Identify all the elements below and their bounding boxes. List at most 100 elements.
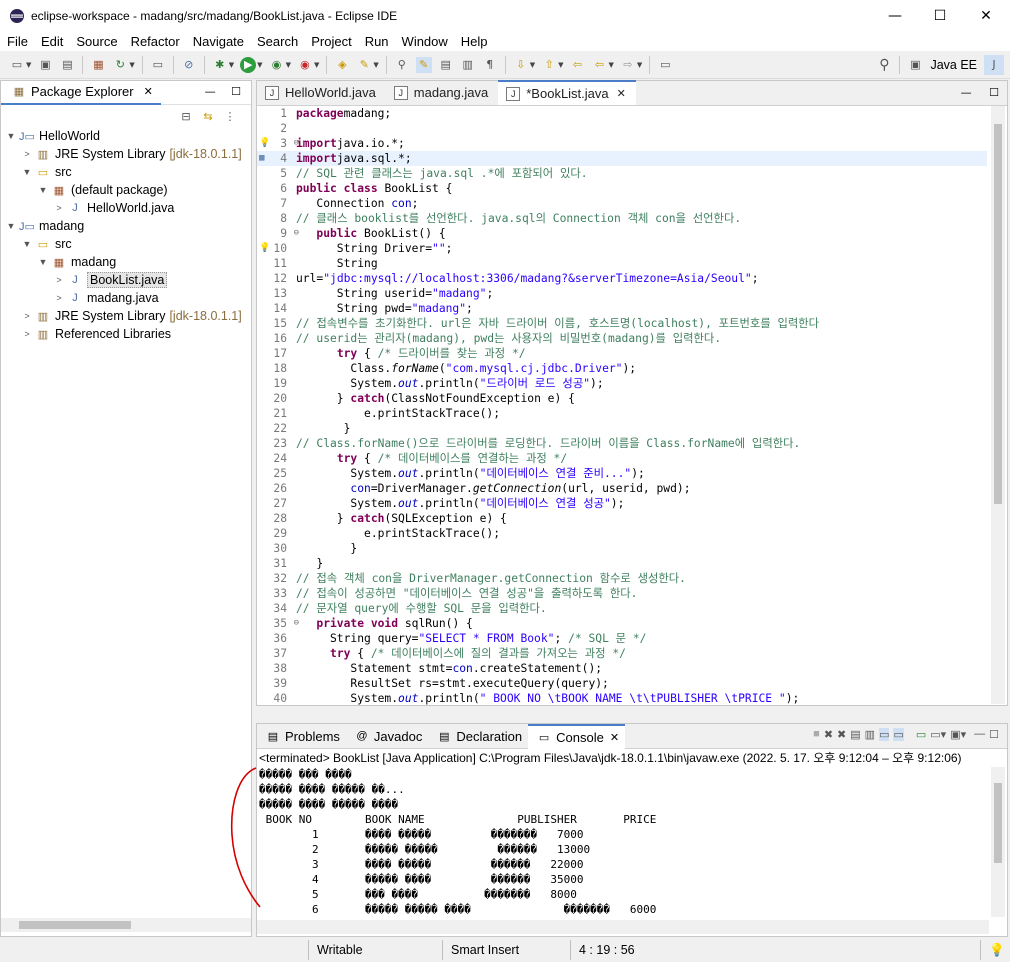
fold-toggle-icon[interactable]: ⊖ xyxy=(294,226,299,241)
tree-item[interactable]: ▼ ▭ src xyxy=(1,235,251,253)
minimize-editor-icon[interactable]: — xyxy=(961,86,972,99)
tree-toggle-icon[interactable]: ▼ xyxy=(21,239,33,249)
console-view-tab[interactable]: ▤ Declaration xyxy=(428,724,528,749)
debug-icon[interactable]: ✱ xyxy=(212,57,228,73)
link-with-editor-icon[interactable]: ⇆ xyxy=(200,108,216,124)
tree-toggle-icon[interactable]: > xyxy=(21,311,33,321)
mark-occurrences-icon[interactable]: ✎ xyxy=(415,56,432,73)
menu-project[interactable]: Project xyxy=(304,34,357,49)
refresh-icon[interactable]: ↻ xyxy=(112,57,128,73)
editor-tab[interactable]: J *BookList.java ✕ xyxy=(498,80,636,105)
tree-item[interactable]: ▼ ▦ madang xyxy=(1,253,251,271)
minimize-button[interactable]: — xyxy=(872,0,918,31)
coverage-icon[interactable]: ◉ xyxy=(269,57,285,73)
view-menu-icon[interactable]: ⋮ xyxy=(222,108,238,124)
menu-navigate[interactable]: Navigate xyxy=(186,34,250,49)
open-task-icon[interactable]: ✎ xyxy=(356,57,372,73)
console-output[interactable]: ����� ��� ���� ����� ���� ����� ��... ����… xyxy=(257,767,1007,917)
build-icon[interactable]: ▦ xyxy=(90,57,106,73)
tree-item[interactable]: > ▥ JRE System Library [jdk-18.0.1.1] xyxy=(1,145,251,163)
tree-toggle-icon[interactable]: ▼ xyxy=(21,167,33,177)
fold-toggle-icon[interactable]: ⊖ xyxy=(294,136,299,151)
external-tools-icon[interactable]: ◉ xyxy=(297,57,313,73)
tree-item[interactable]: ▼ ▭ src xyxy=(1,163,251,181)
show-on-output-icon[interactable]: ▭ xyxy=(879,728,890,741)
remove-all-icon[interactable]: ✖ xyxy=(837,728,846,741)
tree-item[interactable]: > Jmadang.java xyxy=(1,289,251,307)
remove-launch-icon[interactable]: ✖ xyxy=(824,728,833,741)
tree-item[interactable]: > ▥ JRE System Library [jdk-18.0.1.1] xyxy=(1,307,251,325)
last-edit-icon[interactable]: ⇦ xyxy=(570,57,586,73)
terminal-icon[interactable]: ▭ xyxy=(150,57,166,73)
fold-toggle-icon[interactable]: ⊖ xyxy=(294,616,299,631)
warning-lightbulb-icon[interactable]: 💡 xyxy=(259,136,270,151)
editor-tab[interactable]: J HelloWorld.java xyxy=(257,80,386,105)
tree-toggle-icon[interactable]: > xyxy=(21,149,33,159)
maximize-console-icon[interactable]: ☐ xyxy=(989,728,999,741)
java-perspective-icon[interactable]: J xyxy=(984,54,1004,75)
editor-tab[interactable]: Jmadang.java xyxy=(386,80,498,105)
menu-source[interactable]: Source xyxy=(69,34,123,49)
warning-lightbulb-icon[interactable]: 💡 xyxy=(259,241,270,256)
tree-toggle-icon[interactable]: > xyxy=(53,275,65,285)
tree-toggle-icon[interactable]: > xyxy=(53,293,65,303)
tab-package-explorer[interactable]: ▦ Package Explorer ✕ xyxy=(1,81,161,105)
console-horizontal-scrollbar[interactable] xyxy=(257,920,989,934)
pin-console-icon[interactable]: ▭ xyxy=(916,728,926,741)
back-icon[interactable]: ⇦ xyxy=(592,57,608,73)
word-wrap-icon[interactable]: ▥ xyxy=(460,57,476,73)
terminate-icon[interactable]: ■ xyxy=(813,728,820,741)
search-icon[interactable]: ⚲ xyxy=(394,57,410,73)
maximize-view-icon[interactable]: ☐ xyxy=(231,85,241,98)
console-view-tab[interactable]: @ Javadoc xyxy=(346,724,428,749)
menu-help[interactable]: Help xyxy=(454,34,494,49)
tree-item[interactable]: > J HelloWorld.java xyxy=(1,199,251,217)
tree-toggle-icon[interactable]: > xyxy=(53,203,65,213)
tree-toggle-icon[interactable]: ▼ xyxy=(37,257,49,267)
perspective-java-ee[interactable]: Java EE xyxy=(930,58,977,72)
tree-toggle-icon[interactable]: ▼ xyxy=(5,131,17,141)
tree-item[interactable]: ▼ ▦ (default package) xyxy=(1,181,251,199)
tree-item[interactable]: > ▥ Referenced Libraries xyxy=(1,325,251,343)
display-console-icon[interactable]: ▭▾ xyxy=(930,728,946,741)
console-view-tab[interactable]: ▤ Problems xyxy=(257,724,346,749)
show-whitespace-icon[interactable]: ¶ xyxy=(482,57,498,73)
tree-item[interactable]: > J BookList.java xyxy=(1,271,251,289)
maximize-editor-icon[interactable]: ☐ xyxy=(989,86,999,99)
editor-vertical-scrollbar[interactable] xyxy=(991,106,1005,704)
menu-file[interactable]: File xyxy=(0,34,34,49)
forward-icon[interactable]: ⇨ xyxy=(620,57,636,73)
tree-toggle-icon[interactable]: ▼ xyxy=(37,185,49,195)
menu-window[interactable]: Window xyxy=(395,34,454,49)
menu-search[interactable]: Search xyxy=(250,34,304,49)
prev-annotation-icon[interactable]: ⇧ xyxy=(541,57,557,73)
open-perspective-icon[interactable]: ▣ xyxy=(907,57,923,73)
skip-breakpoints-icon[interactable]: ⊘ xyxy=(181,57,197,73)
tree-item[interactable]: ▼ J▭ HelloWorld xyxy=(1,127,251,145)
maximize-button[interactable]: ☐ xyxy=(917,0,963,31)
close-tab-icon[interactable]: ✕ xyxy=(617,87,626,100)
collapse-all-icon[interactable]: ⊟ xyxy=(178,108,194,124)
tree-item[interactable]: ▼ J▭ madang xyxy=(1,217,251,235)
tree-toggle-icon[interactable]: > xyxy=(21,329,33,339)
close-tab-icon[interactable]: ✕ xyxy=(144,85,153,98)
save-all-icon[interactable]: ▤ xyxy=(59,57,75,73)
open-type-icon[interactable]: ◈ xyxy=(334,57,350,73)
word-wrap-console-icon[interactable]: ▥ xyxy=(865,728,875,741)
code-area[interactable]: 1 packagemadang; 2 3 💡 ⊖ importjava.io.*; 4 ▦ imp… xyxy=(257,106,987,706)
menu-edit[interactable]: Edit xyxy=(34,34,69,49)
horizontal-scrollbar[interactable] xyxy=(1,918,251,932)
pin-editor-icon[interactable]: ▭ xyxy=(657,57,673,73)
block-select-icon[interactable]: ▤ xyxy=(438,57,454,73)
close-button[interactable]: ✕ xyxy=(963,0,1009,31)
open-console-icon[interactable]: ▣▾ xyxy=(950,728,966,741)
show-on-error-icon[interactable]: ▭ xyxy=(893,728,904,741)
menu-refactor[interactable]: Refactor xyxy=(124,34,186,49)
save-icon[interactable]: ▣ xyxy=(37,57,53,73)
menu-run[interactable]: Run xyxy=(358,34,395,49)
next-annotation-icon[interactable]: ⇩ xyxy=(513,57,529,73)
minimize-console-icon[interactable]: — xyxy=(974,728,985,741)
tree-toggle-icon[interactable]: ▼ xyxy=(5,221,17,231)
minimize-view-icon[interactable]: — xyxy=(205,85,216,98)
run-icon[interactable]: ▶ xyxy=(240,56,257,73)
